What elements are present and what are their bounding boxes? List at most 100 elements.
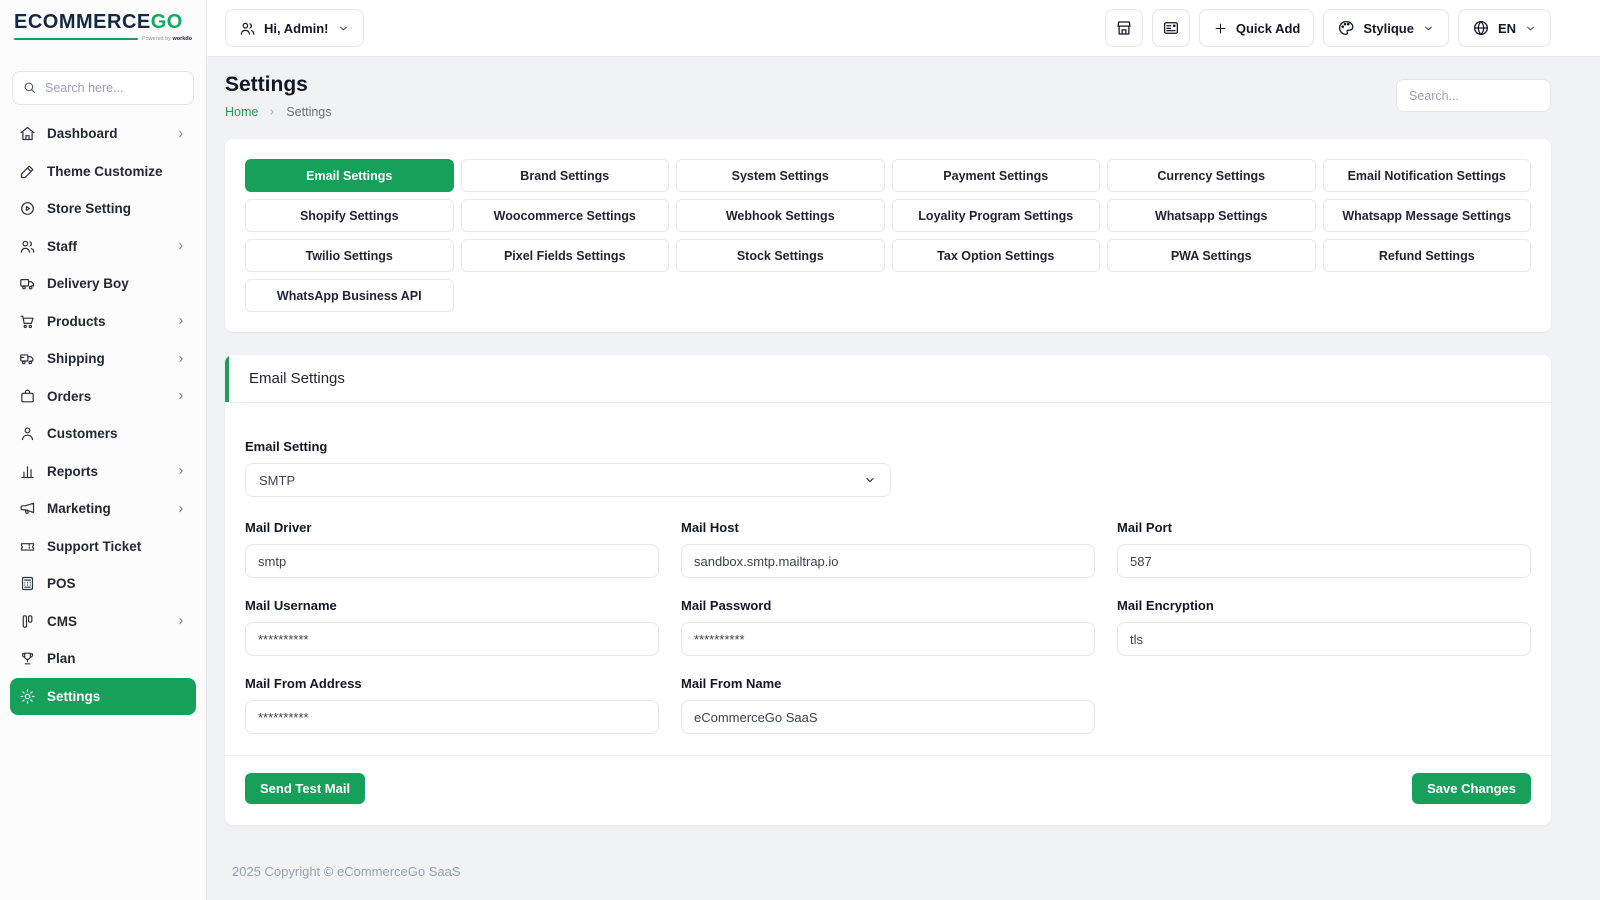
tab-currency-settings[interactable]: Currency Settings bbox=[1107, 159, 1316, 192]
save-changes-button[interactable]: Save Changes bbox=[1412, 773, 1531, 804]
sidebar-item-label: Products bbox=[47, 314, 106, 329]
powered-by-text: Powered by workdo bbox=[142, 36, 192, 42]
people-icon bbox=[239, 20, 256, 37]
home-icon bbox=[19, 125, 36, 142]
chevron-right-icon bbox=[175, 390, 187, 402]
sidebar-item-settings[interactable]: Settings bbox=[10, 678, 196, 716]
mail-host-field: Mail Host bbox=[681, 520, 1095, 578]
admin-greeting: Hi, Admin! bbox=[264, 21, 329, 36]
tab-stock-settings[interactable]: Stock Settings bbox=[676, 239, 885, 272]
mail-password-input[interactable] bbox=[681, 622, 1095, 656]
page-header: Settings Home Settings bbox=[225, 73, 1551, 119]
sidebar-item-label: Customers bbox=[47, 426, 118, 441]
storefront-button[interactable] bbox=[1105, 9, 1143, 47]
tab-woocommerce-settings[interactable]: Woocommerce Settings bbox=[461, 199, 670, 232]
chevron-down-icon bbox=[863, 473, 877, 487]
mail-from-name-input[interactable] bbox=[681, 700, 1095, 734]
mail-driver-input[interactable] bbox=[245, 544, 659, 578]
tab-pwa-settings[interactable]: PWA Settings bbox=[1107, 239, 1316, 272]
tab-brand-settings[interactable]: Brand Settings bbox=[461, 159, 670, 192]
copyright-text: 2025 Copyright © eCommerceGo SaaS bbox=[225, 864, 1551, 879]
tab-whatsapp-message-settings[interactable]: Whatsapp Message Settings bbox=[1323, 199, 1532, 232]
tab-whatsapp-settings[interactable]: Whatsapp Settings bbox=[1107, 199, 1316, 232]
sidebar-item-store-setting[interactable]: Store Setting bbox=[10, 190, 196, 228]
announcement-card-icon bbox=[1162, 19, 1180, 37]
sidebar-item-label: Shipping bbox=[47, 351, 105, 366]
theme-style-button[interactable]: Stylique bbox=[1323, 9, 1449, 47]
empty-grid-cell bbox=[1117, 676, 1531, 734]
theme-style-label: Stylique bbox=[1363, 21, 1414, 36]
store-badge-icon bbox=[19, 200, 36, 217]
mail-port-label: Mail Port bbox=[1117, 520, 1531, 535]
mail-username-input[interactable] bbox=[245, 622, 659, 656]
send-test-mail-button[interactable]: Send Test Mail bbox=[245, 773, 365, 804]
logo-underline bbox=[14, 38, 138, 41]
sidebar-item-shipping[interactable]: Shipping bbox=[10, 340, 196, 378]
tab-refund-settings[interactable]: Refund Settings bbox=[1323, 239, 1532, 272]
tab-whatsapp-business-api[interactable]: WhatsApp Business API bbox=[245, 279, 454, 312]
tab-tax-option-settings[interactable]: Tax Option Settings bbox=[892, 239, 1101, 272]
breadcrumb-home-link[interactable]: Home bbox=[225, 105, 258, 119]
tab-loyality-program-settings[interactable]: Loyality Program Settings bbox=[892, 199, 1101, 232]
admin-menu-button[interactable]: Hi, Admin! bbox=[225, 9, 364, 47]
sidebar-item-reports[interactable]: Reports bbox=[10, 453, 196, 491]
logo-accent: GO bbox=[151, 11, 183, 33]
tab-webhook-settings[interactable]: Webhook Settings bbox=[676, 199, 885, 232]
sidebar-item-staff[interactable]: Staff bbox=[10, 228, 196, 266]
tab-email-notification-settings[interactable]: Email Notification Settings bbox=[1323, 159, 1532, 192]
sidebar-item-orders[interactable]: Orders bbox=[10, 378, 196, 416]
tab-twilio-settings[interactable]: Twilio Settings bbox=[245, 239, 454, 272]
mail-password-field: Mail Password bbox=[681, 598, 1095, 656]
sidebar-item-dashboard[interactable]: Dashboard bbox=[10, 115, 196, 153]
language-button[interactable]: EN bbox=[1458, 9, 1551, 47]
email-setting-select[interactable]: SMTP bbox=[245, 463, 891, 497]
sidebar-item-marketing[interactable]: Marketing bbox=[10, 490, 196, 528]
sidebar-item-delivery-boy[interactable]: Delivery Boy bbox=[10, 265, 196, 303]
sidebar-item-cms[interactable]: CMS bbox=[10, 603, 196, 641]
email-setting-label: Email Setting bbox=[245, 439, 891, 454]
sidebar-item-support-ticket[interactable]: Support Ticket bbox=[10, 528, 196, 566]
email-settings-card: Email Settings Email Setting SMTP Mail D… bbox=[225, 355, 1551, 825]
tab-system-settings[interactable]: System Settings bbox=[676, 159, 885, 192]
page-search-input[interactable] bbox=[1396, 79, 1551, 112]
sidebar-item-products[interactable]: Products bbox=[10, 303, 196, 341]
sidebar-item-pos[interactable]: POS bbox=[10, 565, 196, 603]
sidebar-search-input[interactable] bbox=[12, 71, 194, 105]
email-setting-selected-value: SMTP bbox=[259, 473, 295, 488]
chevron-down-icon bbox=[337, 22, 350, 35]
sidebar-item-plan[interactable]: Plan bbox=[10, 640, 196, 678]
sidebar-item-label: Staff bbox=[47, 239, 77, 254]
mail-host-input[interactable] bbox=[681, 544, 1095, 578]
mail-from-address-input[interactable] bbox=[245, 700, 659, 734]
quick-add-button[interactable]: Quick Add bbox=[1199, 9, 1315, 47]
chevron-down-icon bbox=[1422, 22, 1435, 35]
sidebar-item-label: Dashboard bbox=[47, 126, 118, 141]
mail-encryption-input[interactable] bbox=[1117, 622, 1531, 656]
sidebar-item-label: Support Ticket bbox=[47, 539, 141, 554]
sidebar-item-label: Marketing bbox=[47, 501, 111, 516]
sidebar-nav: Dashboard Theme Customize Store Setting … bbox=[0, 113, 206, 900]
chevron-right-icon bbox=[175, 315, 187, 327]
tab-shopify-settings[interactable]: Shopify Settings bbox=[245, 199, 454, 232]
settings-tabs-card: Email Settings Brand Settings System Set… bbox=[225, 139, 1551, 332]
sidebar-item-customers[interactable]: Customers bbox=[10, 415, 196, 453]
megaphone-icon bbox=[19, 500, 36, 517]
main-area: Hi, Admin! Quick Add Stylique bbox=[207, 0, 1600, 900]
sidebar-item-theme-customize[interactable]: Theme Customize bbox=[10, 153, 196, 191]
storefront-icon bbox=[1115, 19, 1133, 37]
mail-fields-grid: Mail Driver Mail Host Mail Port Ma bbox=[245, 520, 1531, 734]
tab-pixel-fields-settings[interactable]: Pixel Fields Settings bbox=[461, 239, 670, 272]
app-window: ECOMMERCEGO Powered by workdo Dashboard … bbox=[0, 0, 1600, 900]
announcement-card-button[interactable] bbox=[1152, 9, 1190, 47]
tab-payment-settings[interactable]: Payment Settings bbox=[892, 159, 1101, 192]
person-icon bbox=[19, 425, 36, 442]
settings-tabs-grid: Email Settings Brand Settings System Set… bbox=[245, 159, 1531, 312]
sidebar-item-label: Delivery Boy bbox=[47, 276, 129, 291]
brand-logo[interactable]: ECOMMERCEGO Powered by workdo bbox=[0, 0, 206, 57]
chevron-right-icon bbox=[175, 353, 187, 365]
tab-email-settings[interactable]: Email Settings bbox=[245, 159, 454, 192]
sidebar-item-label: Reports bbox=[47, 464, 98, 479]
cart-icon bbox=[19, 313, 36, 330]
mail-username-label: Mail Username bbox=[245, 598, 659, 613]
mail-port-input[interactable] bbox=[1117, 544, 1531, 578]
